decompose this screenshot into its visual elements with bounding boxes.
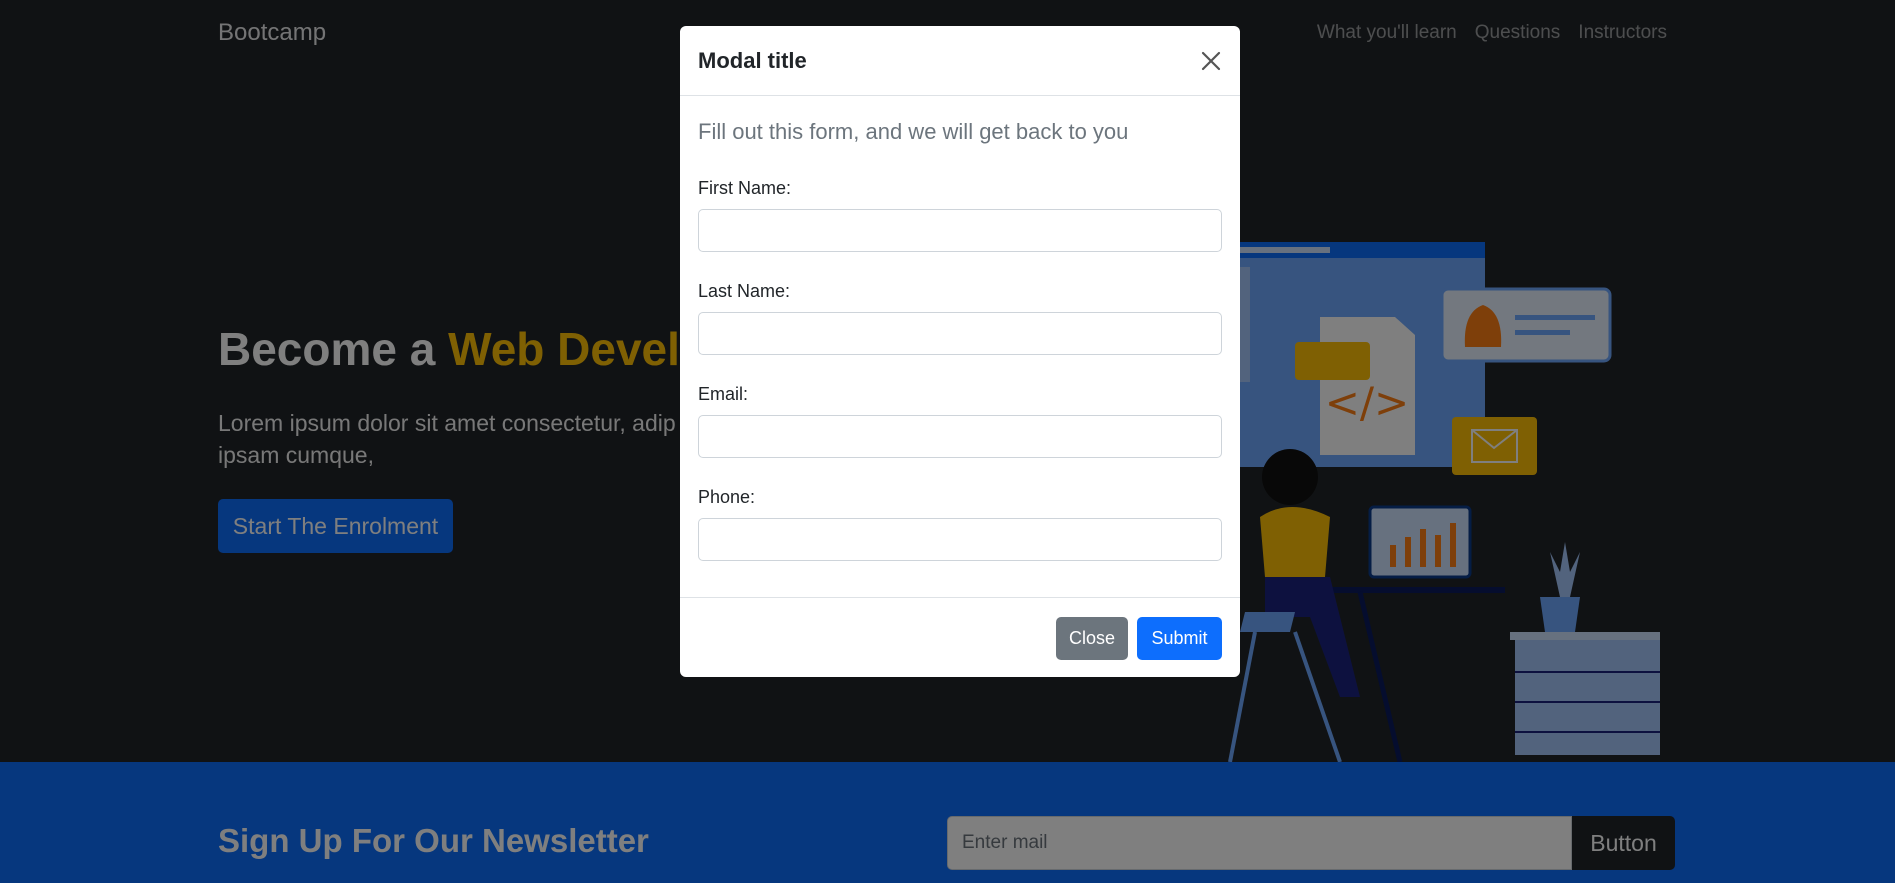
enrolment-modal: Modal title Fill out this form, and we w… <box>680 26 1240 677</box>
phone-label: Phone: <box>698 487 756 507</box>
email-field[interactable] <box>698 415 1222 458</box>
close-icon[interactable] <box>1198 48 1224 74</box>
last-name-label: Last Name: <box>698 281 791 301</box>
form-intro-text: Fill out this form, and we will get back… <box>698 119 1129 144</box>
modal-header: Modal title <box>680 26 1240 96</box>
first-name-field[interactable] <box>698 209 1222 252</box>
last-name-field[interactable] <box>698 312 1222 355</box>
email-label: Email: <box>698 384 749 404</box>
modal-title: Modal title <box>698 48 807 73</box>
first-name-label: First Name: <box>698 178 792 198</box>
modal-footer: Close Submit <box>680 597 1240 677</box>
submit-button[interactable]: Submit <box>1137 617 1222 660</box>
modal-body: Fill out this form, and we will get back… <box>680 96 1240 624</box>
phone-field[interactable] <box>698 518 1222 561</box>
close-button[interactable]: Close <box>1056 617 1128 660</box>
